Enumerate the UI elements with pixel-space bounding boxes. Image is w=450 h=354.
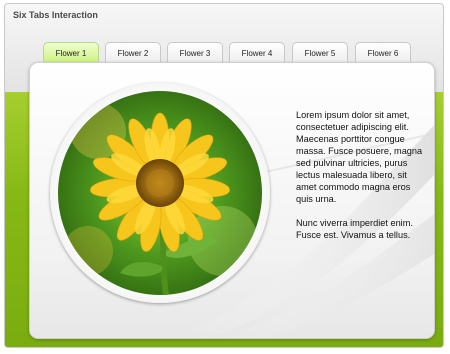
description-text: Lorem ipsum dolor sit amet, consectetuer…	[296, 109, 428, 253]
sunflower-image	[58, 91, 262, 295]
tab-flower-1[interactable]: Flower 1	[43, 42, 99, 64]
content-panel: Lorem ipsum dolor sit amet, consectetuer…	[29, 62, 435, 339]
paragraph-2: Nunc viverra imperdiet enim. Fusce est. …	[296, 218, 413, 240]
tab-flower-6[interactable]: Flower 6	[355, 42, 411, 64]
tab-flower-2[interactable]: Flower 2	[105, 42, 161, 64]
page-title: Six Tabs Interaction	[13, 10, 98, 20]
tab-flower-4[interactable]: Flower 4	[229, 42, 285, 64]
tab-flower-3[interactable]: Flower 3	[167, 42, 223, 64]
tab-flower-5[interactable]: Flower 5	[292, 42, 348, 64]
flower-image-frame	[50, 83, 270, 303]
interaction-frame: Six Tabs Interaction Flower 1 Flower 2 F…	[4, 3, 444, 348]
paragraph-1: Lorem ipsum dolor sit amet, consectetuer…	[296, 110, 423, 204]
